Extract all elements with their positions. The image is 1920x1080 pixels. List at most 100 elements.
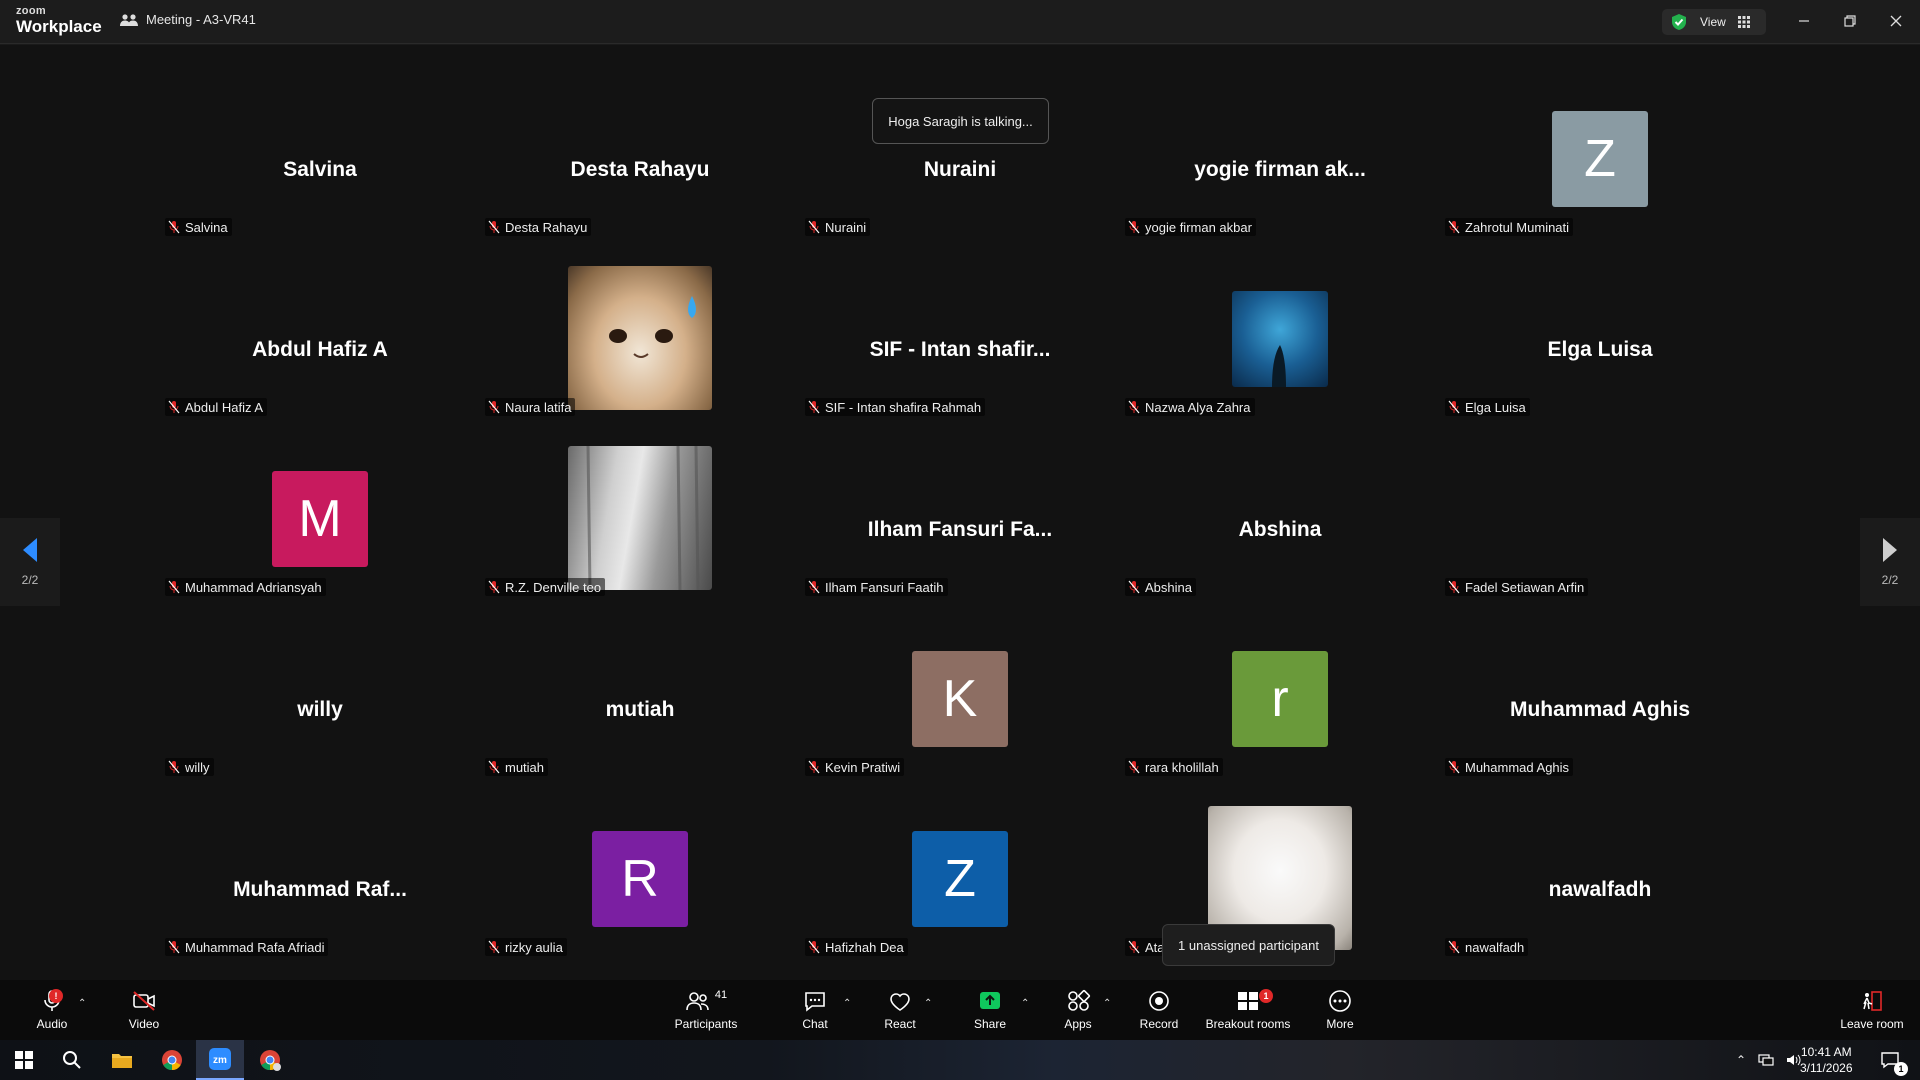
- chevron-up-icon[interactable]: ⌃: [1736, 1053, 1746, 1067]
- share-button[interactable]: Share: [968, 980, 1012, 1040]
- participant-tile[interactable]: Z Zahrotul Muminati: [1440, 93, 1760, 273]
- participant-tile[interactable]: nawalfadh nawalfadh: [1440, 813, 1760, 993]
- more-button[interactable]: More: [1318, 980, 1362, 1040]
- apps-button[interactable]: Apps: [1056, 980, 1100, 1040]
- search-icon[interactable]: [48, 1040, 96, 1080]
- breakout-tooltip: 1 unassigned participant: [1162, 924, 1335, 966]
- participant-tile[interactable]: Elga Luisa Elga Luisa: [1440, 273, 1760, 453]
- react-options-icon[interactable]: ⌃: [924, 998, 932, 1009]
- apps-options-icon[interactable]: ⌃: [1103, 998, 1111, 1009]
- chevron-right-icon: [1883, 538, 1897, 562]
- view-button[interactable]: View: [1662, 9, 1766, 35]
- participant-tile[interactable]: r rara kholillah: [1120, 633, 1440, 813]
- participant-label: willy: [165, 758, 214, 776]
- participant-label-text: Muhammad Rafa Afriadi: [185, 939, 325, 955]
- participant-tile[interactable]: mutiah mutiah: [480, 633, 800, 813]
- notifications-icon[interactable]: 1: [1866, 1040, 1914, 1080]
- participant-tile[interactable]: Salvina Salvina: [160, 93, 480, 273]
- prev-page-button[interactable]: 2/2: [0, 518, 60, 606]
- breakout-rooms-icon: [1238, 992, 1258, 1010]
- participant-tile[interactable]: Muhammad Aghis Muhammad Aghis: [1440, 633, 1760, 813]
- restore-icon[interactable]: [1835, 8, 1865, 34]
- participants-button[interactable]: 41 Participants: [668, 980, 744, 1040]
- record-label: Record: [1139, 1017, 1179, 1031]
- participant-tile[interactable]: Naura latifa: [480, 266, 800, 453]
- chrome-profile-icon[interactable]: [246, 1040, 294, 1080]
- share-label: Share: [973, 1017, 1007, 1031]
- record-button[interactable]: Record: [1137, 980, 1181, 1040]
- participant-label: mutiah: [485, 758, 549, 776]
- breakout-rooms-label: Breakout rooms: [1205, 1017, 1291, 1031]
- mic-muted-icon: [488, 400, 500, 414]
- mic-muted-icon: [168, 220, 180, 234]
- leave-room-button[interactable]: Leave room: [1832, 980, 1912, 1040]
- breakout-rooms-button[interactable]: Breakout rooms 1: [1203, 980, 1293, 1040]
- participants-label: Participants: [674, 1017, 738, 1031]
- participant-label: Muhammad Adriansyah: [165, 578, 326, 596]
- participant-label-text: Zahrotul Muminati: [1465, 219, 1570, 235]
- participant-tile[interactable]: M Muhammad Adriansyah: [160, 453, 480, 633]
- network-icon[interactable]: [1758, 1053, 1774, 1067]
- mic-muted-icon: [488, 580, 500, 594]
- participant-tile[interactable]: Fadel Setiawan Arfin: [1440, 453, 1760, 633]
- participant-display-name: Elga Luisa: [1547, 338, 1653, 361]
- audio-options-icon[interactable]: ⌃: [78, 998, 86, 1009]
- file-explorer-icon[interactable]: [98, 1040, 146, 1080]
- mic-muted-icon: [168, 940, 180, 954]
- minimize-icon[interactable]: [1789, 8, 1819, 34]
- participant-tile[interactable]: R.Z. Denville teo: [480, 446, 800, 633]
- participant-label-text: Muhammad Aghis: [1465, 759, 1570, 775]
- page-indicator-right: 2/2: [1881, 573, 1899, 587]
- taskbar-clock[interactable]: 10:41 AM 3/11/2026: [1800, 1044, 1853, 1076]
- participant-tile[interactable]: Ata: [1120, 806, 1440, 993]
- participant-label-text: Naura latifa: [505, 399, 572, 415]
- participant-display-name: Desta Rahayu: [570, 158, 710, 181]
- participant-tile[interactable]: Nazwa Alya Zahra: [1120, 273, 1440, 453]
- participant-label: rara kholillah: [1125, 758, 1223, 776]
- participant-label: Nuraini: [805, 218, 871, 236]
- zoom-taskbar-icon[interactable]: zm: [196, 1040, 244, 1080]
- next-page-button[interactable]: 2/2: [1860, 518, 1920, 606]
- participant-label: rizky aulia: [485, 938, 567, 956]
- participant-tile[interactable]: yogie firman ak... yogie firman akbar: [1120, 93, 1440, 273]
- mic-muted-icon: [168, 760, 180, 774]
- close-icon[interactable]: [1881, 8, 1911, 34]
- mic-muted-icon: [1128, 760, 1140, 774]
- chat-options-icon[interactable]: ⌃: [843, 998, 851, 1009]
- notifications-badge: 1: [1894, 1062, 1908, 1076]
- video-button[interactable]: Video: [122, 980, 166, 1040]
- mic-muted-icon: [1128, 940, 1140, 954]
- react-label: React: [884, 1017, 916, 1031]
- share-options-icon[interactable]: ⌃: [1021, 998, 1029, 1009]
- participant-tile[interactable]: willy willy: [160, 633, 480, 813]
- forest-photo: [568, 446, 712, 590]
- participant-tile[interactable]: Abdul Hafiz A Abdul Hafiz A: [160, 273, 480, 453]
- participant-label-text: SIF - Intan shafira Rahmah: [825, 399, 982, 415]
- participant-label: Zahrotul Muminati: [1445, 218, 1574, 236]
- react-button[interactable]: React: [878, 980, 922, 1040]
- participant-tile[interactable]: Abshina Abshina: [1120, 453, 1440, 633]
- chat-button[interactable]: Chat: [793, 980, 837, 1040]
- participant-label: Muhammad Rafa Afriadi: [165, 938, 329, 956]
- participant-tile[interactable]: Nuraini Nuraini: [800, 93, 1120, 273]
- windows-start-icon[interactable]: [0, 1040, 48, 1080]
- participant-tile[interactable]: Muhammad Raf... Muhammad Rafa Afriadi: [160, 813, 480, 993]
- mic-muted-icon: [1128, 220, 1140, 234]
- participant-label-text: mutiah: [505, 759, 545, 775]
- title-bar: zoom Workplace Meeting - A3-VR41 View: [0, 0, 1920, 44]
- audio-button[interactable]: Audio !: [30, 980, 74, 1040]
- participant-tile[interactable]: K Kevin Pratiwi: [800, 633, 1120, 813]
- participant-tile[interactable]: Z Hafizhah Dea: [800, 813, 1120, 993]
- participant-tile[interactable]: Ilham Fansuri Fa... Ilham Fansuri Faatih: [800, 453, 1120, 633]
- participant-tile[interactable]: Desta Rahayu Desta Rahayu: [480, 93, 800, 273]
- participant-display-name: Ilham Fansuri Fa...: [867, 518, 1053, 541]
- participant-label: nawalfadh: [1445, 938, 1529, 956]
- participant-label: Salvina: [165, 218, 232, 236]
- participant-label: SIF - Intan shafira Rahmah: [805, 398, 986, 416]
- participant-tile[interactable]: R rizky aulia: [480, 813, 800, 993]
- chrome-icon[interactable]: [148, 1040, 196, 1080]
- participant-tile[interactable]: SIF - Intan shafir... SIF - Intan shafir…: [800, 273, 1120, 453]
- participant-label: Desta Rahayu: [485, 218, 592, 236]
- mic-muted-icon: [808, 220, 820, 234]
- participant-display-name: Salvina: [283, 158, 357, 181]
